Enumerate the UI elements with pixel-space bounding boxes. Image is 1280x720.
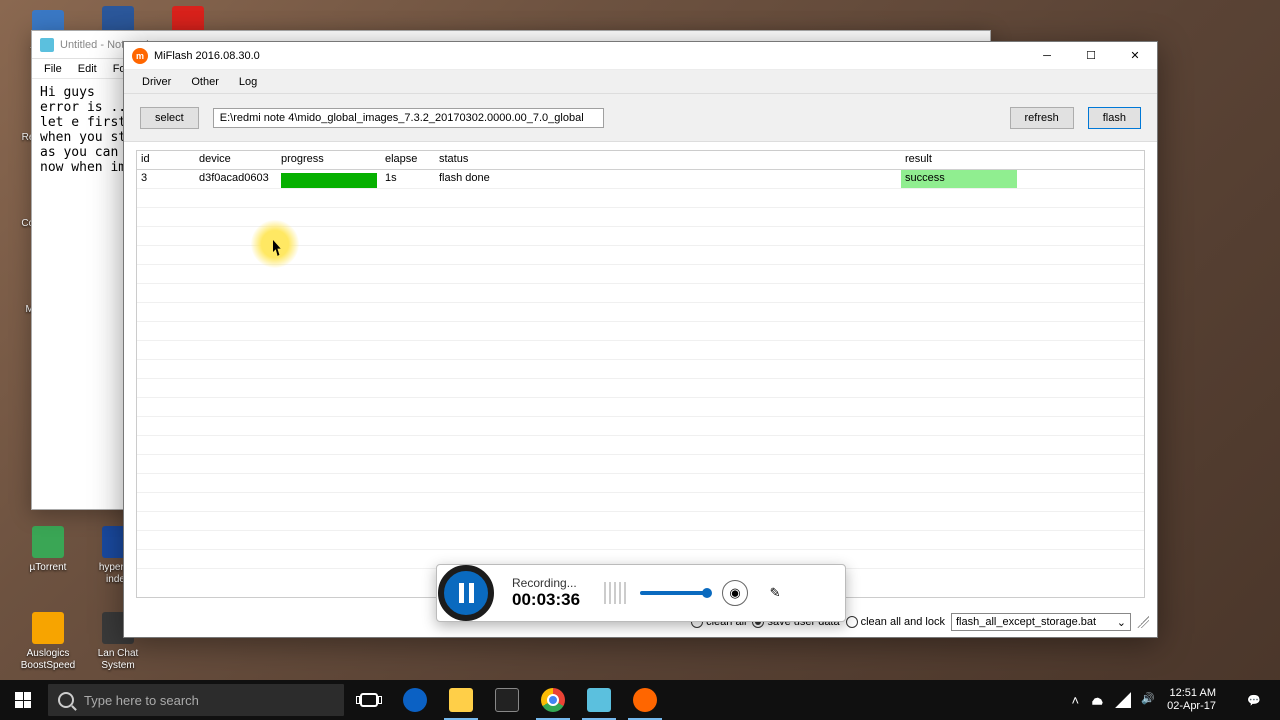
desktop: This PCRecycle BinCodeBlocksMI HistoryCo… xyxy=(0,0,1280,720)
flash-button[interactable]: flash xyxy=(1088,107,1141,129)
volume-slider[interactable] xyxy=(640,591,708,595)
task-miflash[interactable] xyxy=(622,680,668,720)
taskview-button[interactable] xyxy=(346,680,392,720)
select-button[interactable]: select xyxy=(140,107,199,129)
cell-id: 3 xyxy=(137,170,195,188)
maximize-button[interactable]: ☐ xyxy=(1069,42,1113,70)
record-target-icon[interactable]: ◉ xyxy=(722,580,748,606)
menu-file[interactable]: File xyxy=(36,61,70,77)
miflash-titlebar[interactable]: m MiFlash 2016.08.30.0 ─ ☐ ✕ xyxy=(124,42,1157,70)
search-icon xyxy=(58,692,74,708)
miflash-toolbar: select refresh flash xyxy=(124,94,1157,142)
tray-onedrive-icon[interactable] xyxy=(1089,692,1105,708)
device-grid[interactable]: id device progress elapse status result … xyxy=(136,150,1145,598)
miflash-title: MiFlash 2016.08.30.0 xyxy=(154,50,1025,62)
col-id[interactable]: id xyxy=(137,151,195,169)
tray-network-icon[interactable] xyxy=(1115,692,1131,708)
minimize-button[interactable]: ─ xyxy=(1025,42,1069,70)
miflash-window[interactable]: m MiFlash 2016.08.30.0 ─ ☐ ✕ Driver Othe… xyxy=(123,41,1158,638)
cursor-highlight xyxy=(251,220,299,268)
recorder-panel[interactable]: Recording... 00:03:36 ◉ ✎ xyxy=(436,564,846,622)
recorder-info: Recording... 00:03:36 xyxy=(512,576,580,610)
waveform-icon xyxy=(604,582,626,604)
miflash-menubar[interactable]: Driver Other Log xyxy=(124,70,1157,94)
system-tray[interactable]: ˄ 🔊 12:51 AM 02-Apr-17 💬 xyxy=(1071,680,1280,720)
tray-chevron-up-icon[interactable]: ˄ xyxy=(1071,693,1079,708)
close-button[interactable]: ✕ xyxy=(1113,42,1157,70)
chevron-down-icon: ⌄ xyxy=(1117,616,1126,629)
recorder-time: 00:03:36 xyxy=(512,590,580,610)
task-notepad[interactable] xyxy=(576,680,622,720)
task-explorer[interactable] xyxy=(438,680,484,720)
windows-logo-icon xyxy=(15,692,31,708)
col-progress[interactable]: progress xyxy=(277,151,381,169)
cell-progress xyxy=(277,170,381,188)
cell-device: d3f0acad0603 xyxy=(195,170,277,188)
taskbar-search[interactable]: Type here to search xyxy=(48,684,344,716)
cell-status: flash done xyxy=(435,170,901,188)
col-elapse[interactable]: elapse xyxy=(381,151,435,169)
pause-button[interactable] xyxy=(438,565,494,621)
action-center-icon[interactable]: 💬 xyxy=(1234,680,1274,720)
recorder-label: Recording... xyxy=(512,576,580,590)
taskbar-clock[interactable]: 12:51 AM 02-Apr-17 xyxy=(1167,687,1224,713)
start-button[interactable] xyxy=(0,680,46,720)
cell-elapse: 1s xyxy=(381,170,435,188)
task-edge[interactable] xyxy=(392,680,438,720)
col-status[interactable]: status xyxy=(435,151,901,169)
path-input[interactable] xyxy=(213,108,604,128)
cell-result: success xyxy=(901,170,1017,188)
col-result[interactable]: result xyxy=(901,151,1017,169)
notepad-icon xyxy=(40,38,54,52)
desktop-icon[interactable]: µTorrent xyxy=(18,526,78,574)
task-store[interactable] xyxy=(484,680,530,720)
taskbar[interactable]: Type here to search ˄ 🔊 12:51 AM 02-Apr-… xyxy=(0,680,1280,720)
edit-icon[interactable]: ✎ xyxy=(762,580,788,606)
miflash-app-icon: m xyxy=(132,48,148,64)
tray-volume-icon[interactable]: 🔊 xyxy=(1141,692,1157,708)
radio-clean-all-lock[interactable]: clean all and lock xyxy=(846,616,945,628)
menu-other[interactable]: Other xyxy=(181,74,229,90)
resize-gripper-icon[interactable] xyxy=(1137,616,1149,628)
search-placeholder: Type here to search xyxy=(84,693,199,708)
desktop-icon[interactable]: Auslogics BoostSpeed xyxy=(18,612,78,672)
script-combo[interactable]: flash_all_except_storage.bat⌄ xyxy=(951,613,1131,631)
menu-log[interactable]: Log xyxy=(229,74,267,90)
grid-header: id device progress elapse status result xyxy=(137,151,1144,170)
task-chrome[interactable] xyxy=(530,680,576,720)
refresh-button[interactable]: refresh xyxy=(1010,107,1074,129)
col-device[interactable]: device xyxy=(195,151,277,169)
menu-edit[interactable]: Edit xyxy=(70,61,105,77)
menu-driver[interactable]: Driver xyxy=(132,74,181,90)
table-row[interactable]: 3 d3f0acad0603 1s flash done success xyxy=(137,170,1144,189)
